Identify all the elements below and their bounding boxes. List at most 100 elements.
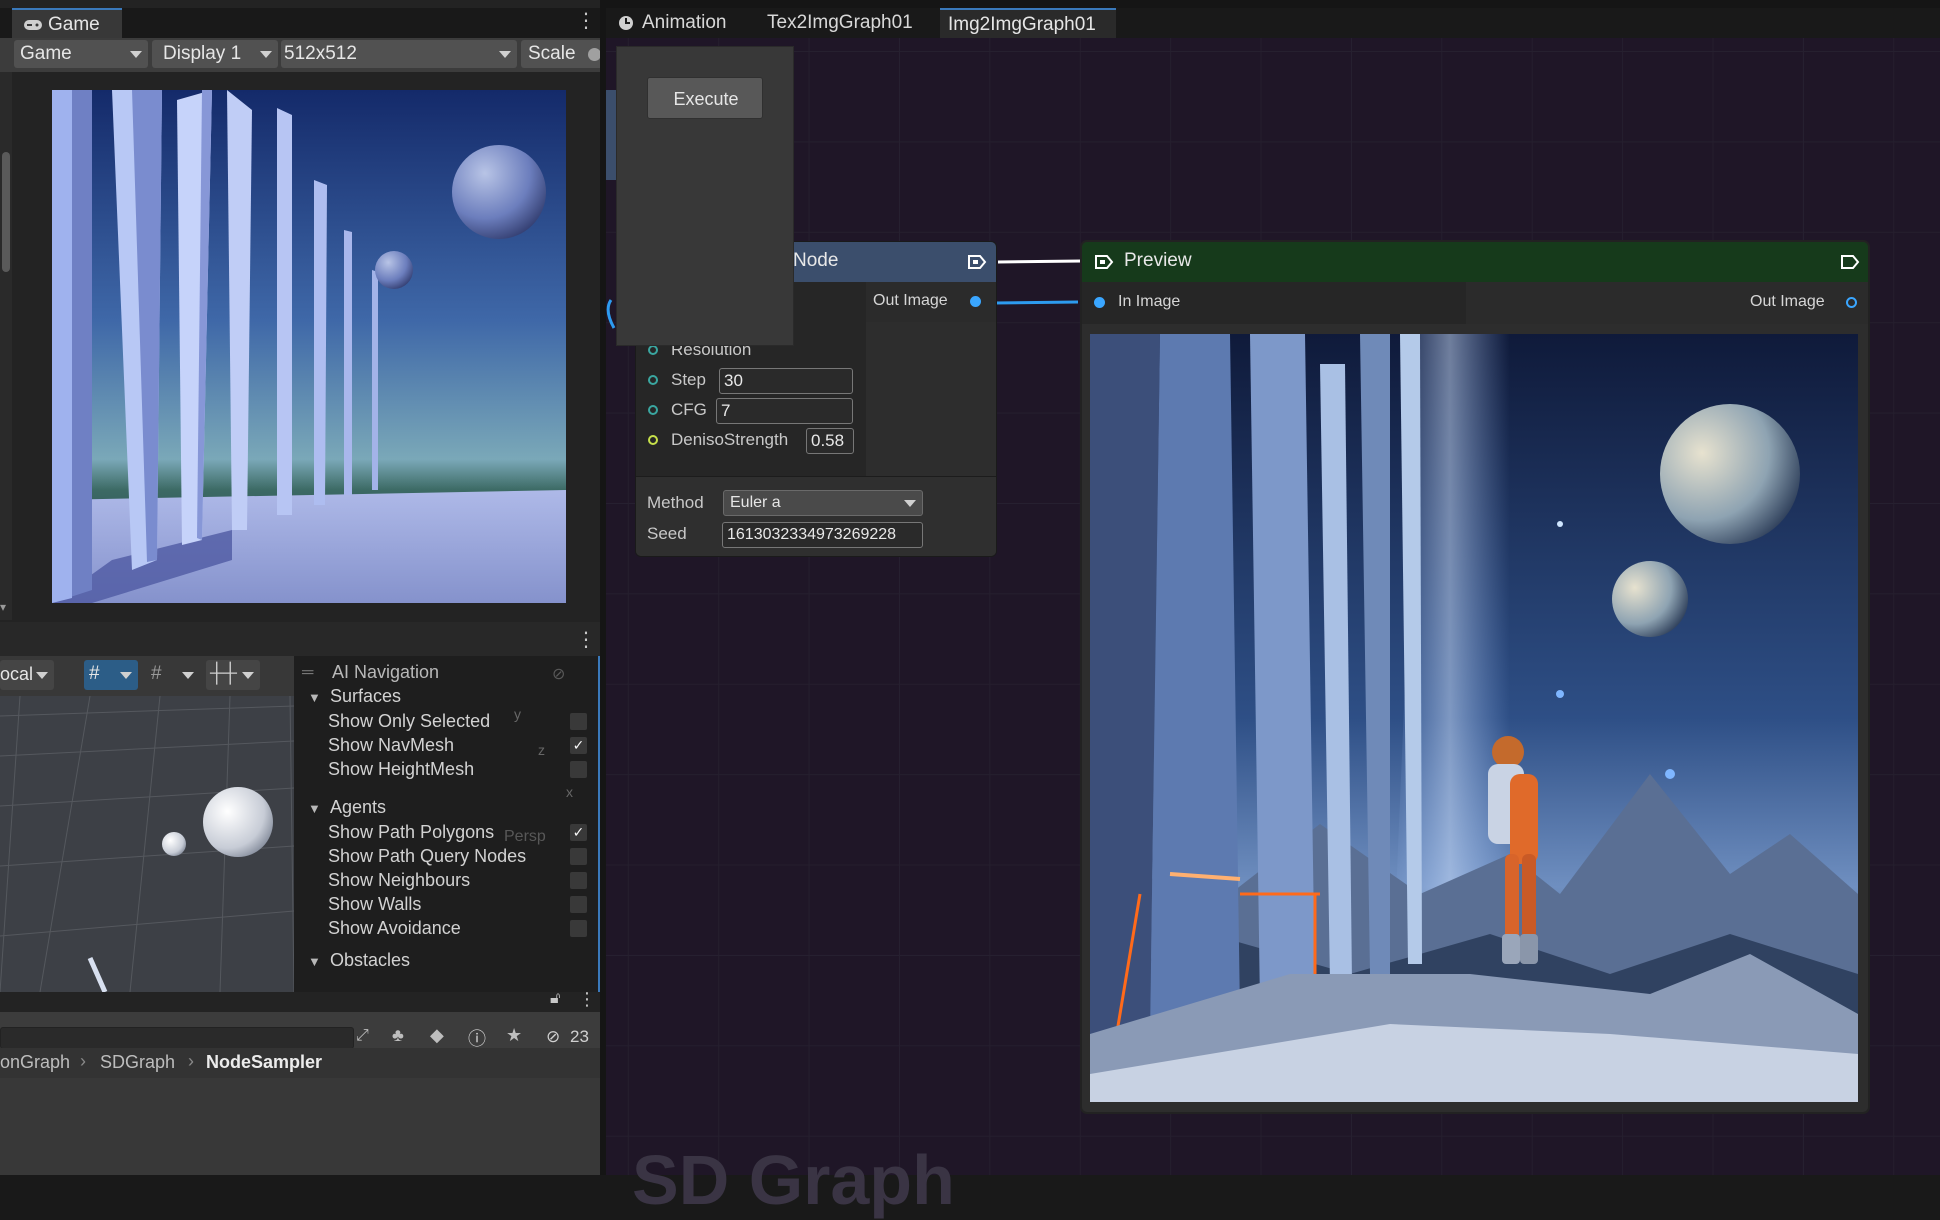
seed-label: Seed bbox=[647, 524, 687, 543]
pivot-select[interactable]: ocal bbox=[0, 660, 54, 690]
lock-icon[interactable]: 🔓︎ bbox=[550, 990, 560, 1008]
image-edge bbox=[993, 300, 1079, 305]
preview-image bbox=[1090, 334, 1858, 1102]
sampler-out-port[interactable] bbox=[970, 296, 981, 307]
tab-tex2img[interactable]: Tex2ImgGraph01 bbox=[752, 8, 938, 38]
favorite-star-icon[interactable]: ★ bbox=[506, 1025, 522, 1046]
show-path-query-nodes-checkbox[interactable] bbox=[570, 848, 587, 865]
panel-menu-icon[interactable]: ⋮ bbox=[578, 989, 596, 1010]
filter-type-icon[interactable]: ♣ bbox=[392, 1025, 404, 1046]
increment-snap-toggle[interactable]: # bbox=[146, 660, 200, 690]
panel-menu-icon[interactable]: ⋮ bbox=[576, 627, 596, 652]
tab-img2img-label: Img2ImgGraph01 bbox=[948, 14, 1096, 35]
surfaces-header[interactable]: Surfaces bbox=[330, 686, 401, 707]
panel-menu-icon[interactable]: ⋮ bbox=[576, 8, 596, 33]
view-select[interactable]: Game bbox=[14, 40, 148, 68]
tab-animation[interactable]: Animation bbox=[604, 8, 752, 38]
drag-handle-icon[interactable]: ═ bbox=[302, 664, 313, 682]
scroll-down-icon[interactable]: ▾ bbox=[0, 600, 12, 616]
denoise-port[interactable] bbox=[648, 435, 658, 445]
method-select[interactable]: Euler a bbox=[723, 490, 923, 516]
preview-in-label: In Image bbox=[1118, 293, 1181, 310]
execute-button-label: Execute bbox=[673, 89, 739, 109]
preview-out-port[interactable] bbox=[1846, 297, 1857, 308]
cfg-label: CFG bbox=[671, 400, 707, 419]
agents-header[interactable]: Agents bbox=[330, 797, 386, 818]
game-scrollbar[interactable] bbox=[0, 72, 12, 620]
execute-button[interactable]: Execute bbox=[647, 77, 763, 119]
section-expand-icon[interactable]: ▼ bbox=[308, 690, 321, 705]
preview-node[interactable]: Preview In Image Out Image bbox=[1082, 242, 1868, 1112]
exec-output-port-icon[interactable] bbox=[967, 254, 987, 270]
hidden-packages-icon[interactable]: ⊘ bbox=[546, 1027, 560, 1047]
graph-watermark: SD Graph bbox=[632, 1141, 955, 1219]
scale-control[interactable]: Scale bbox=[521, 40, 604, 68]
gizmo-axis-x: x bbox=[566, 784, 573, 800]
chevron-down-icon bbox=[182, 672, 194, 679]
project-search-input[interactable] bbox=[0, 1027, 354, 1049]
tab-animation-label: Animation bbox=[642, 12, 727, 33]
show-path-query-nodes-label: Show Path Query Nodes bbox=[328, 846, 527, 866]
resolution-select[interactable]: 512x512 bbox=[281, 40, 517, 68]
seed-field[interactable]: 1613032334973269228 bbox=[722, 522, 923, 548]
preview-node-header[interactable]: Preview bbox=[1082, 242, 1868, 282]
ruler-toggle[interactable]: ┼┼ bbox=[206, 660, 260, 690]
show-avoidance-checkbox[interactable] bbox=[570, 920, 587, 937]
show-heightmesh-checkbox[interactable] bbox=[570, 761, 587, 778]
step-value: 30 bbox=[724, 371, 743, 390]
cfg-port[interactable] bbox=[648, 405, 658, 415]
obstacles-header[interactable]: Obstacles bbox=[330, 950, 410, 971]
show-walls-checkbox[interactable] bbox=[570, 896, 587, 913]
show-path-polygons-label: Show Path Polygons bbox=[328, 822, 495, 842]
chevron-down-icon bbox=[36, 672, 48, 679]
visibility-icon[interactable]: ⊘ bbox=[552, 664, 565, 684]
grid-snap-toggle[interactable]: # bbox=[84, 660, 138, 690]
ruler-icon: ┼┼ bbox=[210, 663, 237, 684]
gamepad-icon bbox=[24, 20, 42, 30]
method-value: Euler a bbox=[730, 494, 781, 511]
project-panel: 🔓︎ ⋮ ⤢ ♣ ◆ ⓘ ★ ⊘ 23 onGraph › SDGraph › … bbox=[0, 989, 604, 1175]
exec-input-port-icon[interactable] bbox=[1094, 254, 1114, 270]
resolution-select-value: 512x512 bbox=[284, 43, 357, 64]
panel-divider[interactable] bbox=[600, 0, 606, 1175]
display-select[interactable]: Display 1 bbox=[152, 40, 278, 68]
game-panel: Game ⋮ Game Display 1 512x512 Scale ▾ bbox=[0, 0, 604, 622]
execute-panel: Execute bbox=[616, 46, 794, 346]
tab-game[interactable]: Game bbox=[12, 8, 122, 38]
step-field[interactable]: 30 bbox=[719, 368, 853, 394]
chevron-down-icon bbox=[120, 672, 132, 679]
open-search-icon[interactable]: ⤢ bbox=[356, 1027, 369, 1045]
view-select-value: Game bbox=[20, 43, 72, 64]
show-only-selected-checkbox[interactable] bbox=[570, 713, 587, 730]
resolution-port[interactable] bbox=[648, 345, 658, 355]
scene-viewport[interactable] bbox=[0, 696, 294, 992]
scrollbar-thumb[interactable] bbox=[2, 152, 10, 272]
section-expand-icon[interactable]: ▼ bbox=[308, 801, 321, 816]
breadcrumb-item[interactable]: SDGraph bbox=[100, 1052, 175, 1073]
show-neighbours-checkbox[interactable] bbox=[570, 872, 587, 889]
cfg-field[interactable]: 7 bbox=[716, 398, 853, 424]
denoise-label: DenisoStrength bbox=[671, 430, 789, 449]
gizmo-persp-label[interactable]: Persp bbox=[504, 828, 546, 846]
step-label: Step bbox=[671, 370, 706, 389]
scale-label: Scale bbox=[528, 43, 576, 64]
show-heightmesh-label: Show HeightMesh bbox=[328, 759, 475, 779]
breadcrumb-current[interactable]: NodeSampler bbox=[206, 1052, 322, 1073]
preview-in-port[interactable] bbox=[1094, 297, 1105, 308]
breadcrumb-item[interactable]: onGraph bbox=[0, 1052, 70, 1073]
filter-label-icon[interactable]: ◆ bbox=[430, 1025, 444, 1046]
sampler-node-title: Node bbox=[793, 250, 839, 271]
step-port[interactable] bbox=[648, 375, 658, 385]
show-path-polygons-checkbox[interactable]: ✓ bbox=[570, 824, 587, 841]
exec-output-port-icon[interactable] bbox=[1840, 254, 1860, 270]
show-avoidance-label: Show Avoidance bbox=[328, 918, 461, 938]
ai-navigation-title: AI Navigation bbox=[332, 662, 440, 682]
denoise-field[interactable]: 0.58 bbox=[806, 428, 854, 454]
tab-img2img[interactable]: Img2ImgGraph01 bbox=[940, 8, 1116, 38]
show-navmesh-checkbox[interactable]: ✓ bbox=[570, 737, 587, 754]
chevron-down-icon bbox=[130, 51, 142, 58]
clock-icon bbox=[619, 16, 633, 30]
denoise-value: 0.58 bbox=[811, 431, 845, 450]
section-expand-icon[interactable]: ▼ bbox=[308, 954, 321, 969]
game-render-image bbox=[52, 90, 566, 603]
